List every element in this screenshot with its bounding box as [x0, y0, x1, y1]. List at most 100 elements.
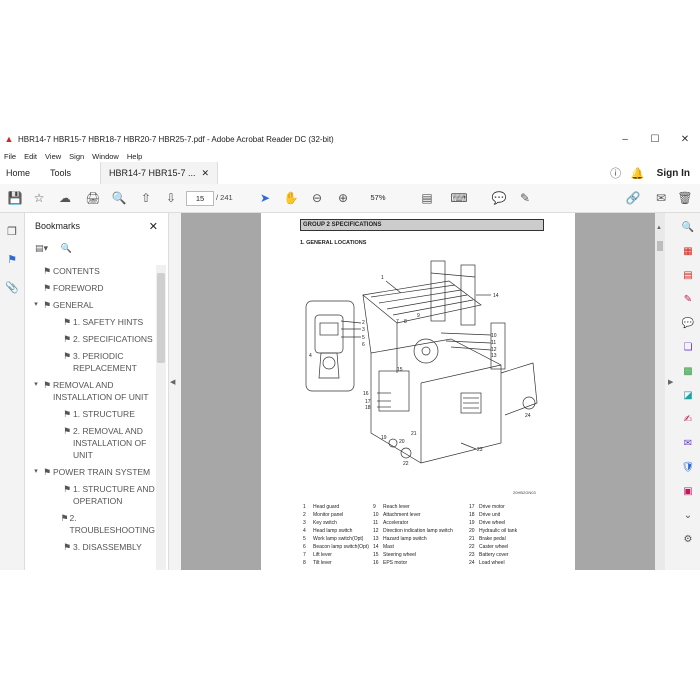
tool-edit-pdf-icon[interactable]: ✎ — [681, 293, 695, 307]
legend-part-name: EPS motor — [383, 560, 408, 566]
chevron-down-icon[interactable]: ▾ — [31, 379, 41, 391]
menu-sign[interactable]: Sign — [69, 152, 84, 161]
tab-home[interactable]: Home — [6, 168, 40, 178]
callout-24: 24 — [525, 413, 531, 419]
notifications-bell-icon[interactable]: 🔔 — [627, 167, 649, 180]
legend-entry: 3 Key switch — [303, 519, 373, 527]
parts-legend: 1 Head guard 9 Reach lever 17 Drive motor 2 Mon… — [303, 503, 573, 567]
help-icon[interactable]: ⓘ — [605, 165, 627, 181]
page-layout-icon[interactable]: ▤ — [418, 190, 436, 206]
acrobat-window: ▲ HBR14-7 HBR15-7 HBR18-7 HBR20-7 HBR25-… — [0, 128, 700, 570]
bookmarks-panel: Bookmarks ✕ ▤▾ 🔍 ⚑ CONTENTS ⚑ FOREWORD ▾ ⚑ GEN… — [25, 213, 169, 570]
delete-icon[interactable]: 🗑 — [676, 190, 694, 206]
callout-6: 6 — [362, 342, 365, 348]
callout-13: 13 — [491, 353, 497, 359]
tool-comment-icon[interactable]: 💬 — [681, 317, 695, 331]
bookmark-options-icon[interactable]: ▤▾ — [35, 243, 48, 253]
legend-number: 11 — [373, 520, 379, 526]
chevron-down-icon[interactable]: ▾ — [31, 466, 41, 478]
maximize-button[interactable]: ☐ — [640, 134, 670, 145]
bookmark-item[interactable]: ⚑ 1. STRUCTURE AND OPERATION — [25, 483, 155, 507]
load-wheel — [522, 396, 536, 410]
customize-tools-icon[interactable]: ⚙ — [681, 533, 695, 547]
menu-edit[interactable]: Edit — [24, 152, 37, 161]
tool-send-icon[interactable]: ✉ — [681, 437, 695, 451]
bookmarks-toolbar: ▤▾ 🔍 — [35, 243, 72, 254]
tab-close-icon[interactable]: ✕ — [202, 168, 210, 179]
minimize-button[interactable]: – — [610, 134, 640, 145]
email-icon[interactable]: ✉ — [652, 190, 670, 206]
menu-help[interactable]: Help — [127, 152, 142, 161]
tool-combine-icon[interactable]: ❏ — [681, 341, 695, 355]
tool-redact-icon[interactable]: ▣ — [681, 485, 695, 499]
share-link-icon[interactable]: 🔗 — [624, 190, 642, 206]
bookmark-item[interactable]: ⚑ CONTENTS — [25, 265, 155, 277]
menu-window[interactable]: Window — [92, 152, 119, 161]
menu-file[interactable]: File — [4, 152, 16, 161]
tool-export-pdf-icon[interactable]: ▦ — [681, 245, 695, 259]
bookmark-item[interactable]: ⚑ 1. STRUCTURE — [25, 408, 155, 420]
bookmark-item[interactable]: ⚑ 2. SPECIFICATIONS — [25, 333, 155, 345]
zoom-level-select[interactable]: 57% — [360, 191, 396, 204]
zoom-search-icon[interactable]: 🔍 — [110, 190, 128, 206]
zoom-in-icon[interactable]: ⊕ — [334, 190, 352, 206]
bookmark-search-icon[interactable]: 🔍 — [61, 243, 72, 253]
legend-number: 8 — [303, 560, 306, 566]
tool-organize-icon[interactable]: ▩ — [681, 365, 695, 379]
bookmark-item[interactable]: ⚑ FOREWORD — [25, 282, 155, 294]
callout-20: 20 — [399, 439, 405, 445]
tool-create-pdf-icon[interactable]: ▤ — [681, 269, 695, 283]
document-scroll-thumb[interactable] — [657, 241, 663, 251]
select-cursor-icon[interactable]: ➤ — [256, 190, 274, 206]
bookmarks-scroll-thumb[interactable] — [157, 273, 165, 363]
tool-fill-sign-icon[interactable]: ✍ — [681, 413, 695, 427]
bookmark-item[interactable]: ▾ ⚑ REMOVAL AND INSTALLATION OF UNIT — [25, 379, 155, 403]
tab-tools[interactable]: Tools — [50, 168, 84, 178]
scroll-up-icon[interactable]: ▲ — [656, 225, 662, 231]
close-button[interactable]: ✕ — [670, 134, 700, 145]
bookmark-item[interactable]: ⚑ 3. DISASSEMBLY — [25, 541, 155, 553]
comment-icon[interactable]: 💬 — [490, 190, 508, 206]
collapse-left-panel-icon[interactable]: ◀ — [170, 378, 175, 386]
bookmark-item[interactable]: ⚑ 3. PERIODIC REPLACEMENT — [25, 350, 155, 374]
document-scrollbar[interactable]: ▲ — [655, 213, 665, 570]
tool-protect-icon[interactable]: 🛡 — [681, 461, 695, 475]
bookmarks-panel-icon[interactable]: ⚑ — [4, 253, 20, 269]
bookmark-item[interactable]: ▾ ⚑ GENERAL — [25, 299, 155, 311]
print-icon[interactable]: 🖨 — [84, 190, 102, 206]
bookmark-item[interactable]: ▾ ⚑ POWER TRAIN SYSTEM — [25, 466, 155, 478]
bookmark-item[interactable]: ⚑ 1. SAFETY HINTS — [25, 316, 155, 328]
hand-tool-icon[interactable]: ✋ — [282, 190, 300, 206]
tool-scan-icon[interactable]: ◪ — [681, 389, 695, 403]
menu-view[interactable]: View — [45, 152, 61, 161]
legend-entry: 14 Mast — [373, 543, 469, 551]
page-down-icon[interactable]: ⇩ — [162, 190, 180, 206]
legend-entry: 9 Reach lever — [373, 503, 469, 511]
attachments-paperclip-icon[interactable]: 📎 — [4, 281, 20, 297]
tool-search-icon[interactable]: 🔍 — [681, 221, 695, 235]
save-icon[interactable]: 💾 — [6, 190, 24, 206]
bookmark-label: REMOVAL AND INSTALLATION OF UNIT — [53, 380, 149, 402]
chevron-down-icon[interactable]: ▾ — [31, 299, 41, 311]
tab-document[interactable]: HBR14-7 HBR15-7 ... ✕ — [100, 162, 219, 184]
bookmark-item[interactable]: ⚑ 2. REMOVAL AND INSTALLATION OF UNIT — [25, 425, 155, 461]
sign-in-button[interactable]: Sign In — [657, 168, 690, 179]
bookmark-star-icon[interactable]: ☆ — [30, 190, 48, 206]
zoom-out-icon[interactable]: ⊖ — [308, 190, 326, 206]
upload-cloud-icon[interactable]: ☁ — [56, 190, 74, 206]
legend-number: 15 — [373, 552, 379, 558]
keyboard-icon[interactable]: ⌨ — [450, 190, 468, 206]
more-tools-chevron-down-icon[interactable]: ⌄ — [681, 509, 695, 523]
page-up-icon[interactable]: ⇧ — [137, 190, 155, 206]
bookmarks-scrollbar[interactable] — [156, 265, 166, 570]
callout-4: 4 — [309, 353, 312, 359]
highlight-pen-icon[interactable]: ✎ — [516, 190, 534, 206]
page-thumbnails-icon[interactable]: ❐ — [4, 225, 20, 241]
bookmark-item[interactable]: ⚑ 2. TROUBLESHOOTING — [25, 512, 155, 536]
bookmark-flag-icon: ⚑ — [62, 351, 72, 361]
collapse-right-panel-icon[interactable]: ▶ — [668, 378, 673, 386]
callout-14: 14 — [493, 293, 499, 299]
bookmarks-close-icon[interactable]: ✕ — [149, 220, 158, 233]
page-number-input[interactable]: 15 — [186, 191, 214, 206]
document-viewport[interactable]: GROUP 2 SPECIFICATIONS 1. GENERAL LOCATI… — [181, 213, 665, 570]
